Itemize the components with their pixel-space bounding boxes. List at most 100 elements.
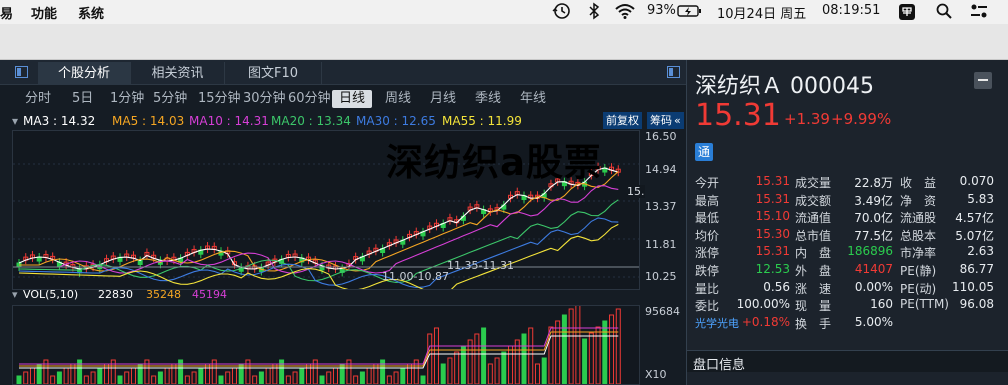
menu-item-yi[interactable]: 易 — [0, 3, 13, 22]
orderbook-header[interactable]: 盘口信息 — [687, 350, 1008, 373]
tab-related-news[interactable]: 相关资讯 — [131, 62, 225, 85]
volume-bar — [541, 357, 547, 385]
bluetooth-icon[interactable] — [587, 2, 601, 24]
volume-bar — [50, 375, 56, 385]
quote-value: 3.49亿 — [854, 193, 893, 208]
range-mid-annotation: 11.35-11.31 — [447, 259, 514, 272]
volume-bar — [534, 363, 540, 385]
volume-bar — [427, 333, 433, 385]
search-icon[interactable] — [936, 3, 952, 23]
period-15min[interactable]: 15分钟 — [198, 90, 241, 108]
quote-row: 跌停 12.53 外 盘 41407 PE(静) 86.77 — [687, 262, 1008, 279]
battery-icon[interactable] — [677, 3, 703, 23]
wifi-icon[interactable] — [614, 2, 636, 24]
quote-label: 换 手 — [795, 316, 832, 331]
quote-label: PE(静) — [900, 264, 937, 278]
quote-row: 最低 15.10 流通值 70.0亿 流通股 4.57亿 — [687, 209, 1008, 226]
volume-bar — [29, 367, 35, 385]
volume-bar — [373, 363, 379, 385]
volume-bar — [191, 371, 197, 385]
ma30-value: MA30 : 12.65 — [356, 114, 436, 128]
volume-axis-bottom: X10 — [645, 368, 667, 381]
time-machine-icon[interactable] — [551, 2, 571, 24]
tab-stock-analysis[interactable]: 个股分析 — [38, 62, 131, 85]
menubar-time: 08:19:51 — [822, 3, 881, 18]
control-center-icon[interactable] — [970, 3, 988, 23]
volume-bar — [447, 357, 453, 385]
period-30min[interactable]: 30分钟 — [243, 90, 286, 108]
chart-panel: 个股分析 相关资讯 图文F10 分时 5日 1分钟 5分钟 15分钟 30分钟 … — [0, 60, 686, 385]
ma-line — [19, 171, 619, 272]
ma-line — [18, 223, 619, 294]
quote-value: 41407 — [854, 262, 893, 276]
fuquan-button[interactable]: 前复权 — [603, 112, 642, 129]
vol-legend: ▾ VOL(5,10) 22830 35248 45194 — [12, 288, 652, 304]
quote-row: 涨停 15.31 内 盘 186896 市净率 2.63 — [687, 244, 1008, 261]
collapse-button[interactable] — [974, 72, 992, 89]
quote-label: 涨停 — [695, 246, 720, 261]
quote-label: 总市值 — [795, 228, 832, 243]
quote-label: 流通股 — [900, 211, 937, 226]
volume-bar — [481, 327, 487, 385]
connect-badge[interactable]: 通 — [695, 143, 713, 161]
volume-bar — [393, 371, 399, 385]
period-5day[interactable]: 5日 — [72, 90, 93, 108]
volume-bar — [97, 367, 103, 385]
period-monthly[interactable]: 月线 — [430, 90, 456, 108]
right-panel-toggle-icon[interactable] — [667, 66, 680, 78]
period-5min[interactable]: 5分钟 — [153, 90, 187, 108]
volume-bar — [198, 367, 204, 385]
volume-bar — [83, 375, 89, 385]
volume-bar — [568, 308, 574, 385]
volume-bar — [238, 363, 244, 385]
price-axis-label: 11.81 — [645, 238, 677, 251]
tab-f10[interactable]: 图文F10 — [225, 62, 322, 85]
input-method-icon[interactable] — [899, 4, 915, 24]
volume-bar — [23, 371, 29, 385]
volume-bar — [306, 363, 312, 385]
quote-label: 总股本 — [900, 228, 937, 243]
volume-bar — [326, 371, 332, 385]
period-timeshare[interactable]: 分时 — [25, 90, 51, 108]
quote-label: 委比 — [695, 299, 720, 314]
quote-label: 光学光电 — [695, 316, 739, 330]
volume-bar — [467, 339, 473, 385]
range-low-annotation: 11.00-10.87 — [382, 270, 449, 283]
quote-value: 86.77 — [959, 262, 994, 276]
quote-value: +0.18% — [741, 314, 790, 329]
volume-bar — [615, 308, 621, 385]
quote-value: 70.0亿 — [854, 211, 893, 226]
volume-bar — [440, 363, 446, 385]
period-1min[interactable]: 1分钟 — [110, 90, 144, 108]
price-axis-label: 16.50 — [645, 130, 677, 143]
volume-svg — [16, 302, 621, 385]
ma3-value: MA3 : 14.32 — [23, 114, 96, 128]
volume-bar — [474, 333, 480, 385]
quote-label: 净 资 — [900, 193, 937, 208]
volume-bar — [353, 375, 359, 385]
volume-bar — [501, 351, 507, 385]
candle — [137, 260, 143, 266]
period-quarterly[interactable]: 季线 — [475, 90, 501, 108]
volume-bar — [339, 363, 345, 385]
period-yearly[interactable]: 年线 — [520, 90, 546, 108]
period-60min[interactable]: 60分钟 — [288, 90, 331, 108]
volume-bar — [272, 363, 278, 385]
quote-value: 100.00% — [736, 297, 790, 312]
expand-icon: « — [674, 114, 681, 127]
volume-bar — [205, 363, 211, 385]
menu-item-function[interactable]: 功能 — [31, 3, 57, 22]
left-panel-toggle-icon[interactable] — [15, 66, 28, 78]
ma-collapse-icon[interactable]: ▾ — [12, 114, 18, 128]
volume-chart[interactable] — [12, 302, 640, 385]
volume-axis-top: 95684 — [645, 305, 680, 318]
period-weekly[interactable]: 周线 — [385, 90, 411, 108]
vol-collapse-icon[interactable]: ▾ — [12, 288, 18, 301]
period-daily[interactable]: 日线 — [332, 90, 373, 108]
chouma-button[interactable]: 筹码 « — [647, 112, 684, 129]
menu-item-system[interactable]: 系统 — [78, 3, 104, 22]
chouma-label: 筹码 — [650, 114, 672, 127]
volume-bar — [454, 351, 460, 385]
volume-bar — [171, 363, 177, 385]
app-window: 易 功能 系统 93% 10月24日 周五 08:19:51 个股分析 相关资讯… — [0, 0, 1008, 385]
